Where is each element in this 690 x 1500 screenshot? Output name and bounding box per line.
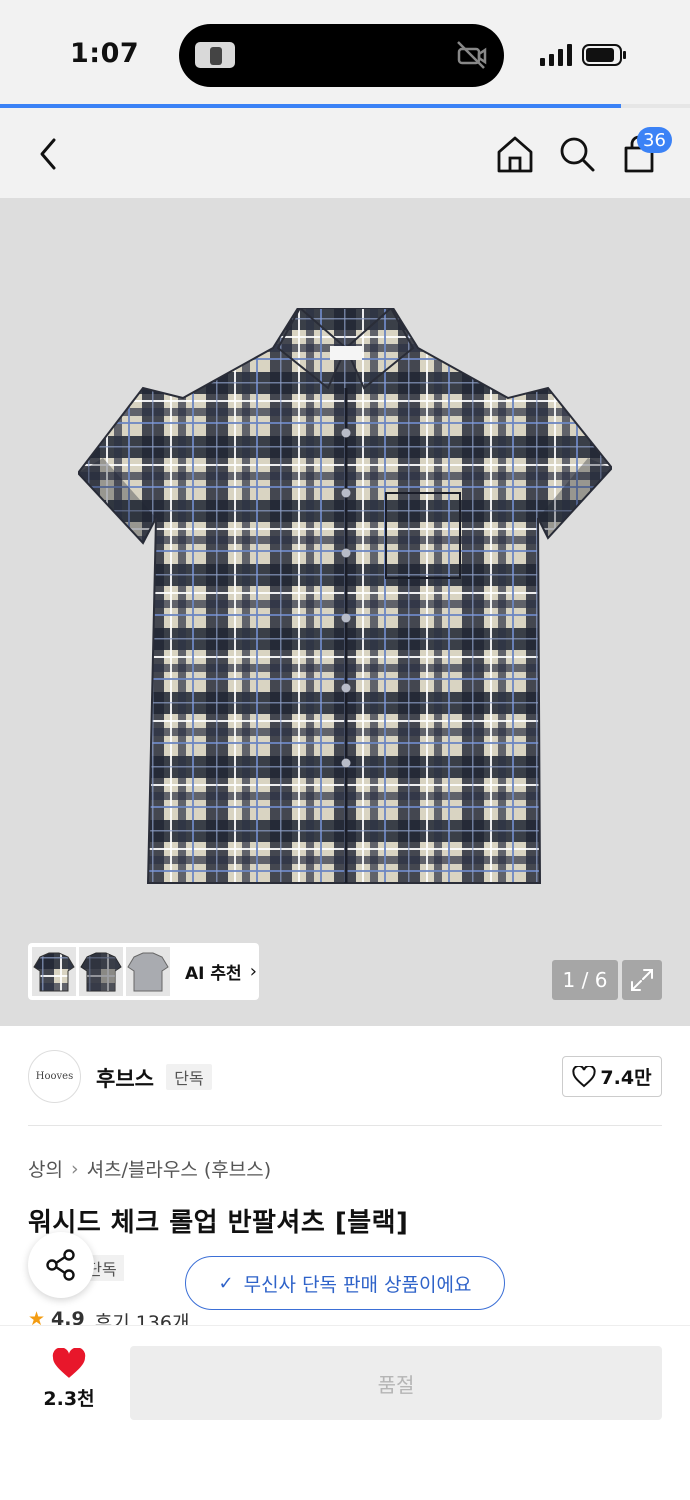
brand-logo[interactable]: Hooves bbox=[28, 1050, 81, 1103]
ai-recommendation-thumbnail bbox=[32, 947, 76, 996]
wishlist-count: 2.3천 bbox=[43, 1388, 95, 1410]
heart-filled-icon bbox=[52, 1348, 86, 1378]
expand-icon bbox=[631, 969, 653, 991]
product-image-gallery[interactable]: AI 추천 › 1 / 6 bbox=[0, 198, 690, 1026]
rating-value: 4.9 bbox=[51, 1308, 85, 1326]
product-title: 워시드 체크 롤업 반팔셔츠 [블랙] bbox=[28, 1208, 409, 1238]
island-thumbnail bbox=[195, 42, 235, 68]
heart-outline-icon bbox=[572, 1065, 597, 1087]
breadcrumb: 상의 › 셔츠/블라우스 (후브스) bbox=[28, 1155, 271, 1182]
brand-like-count: 7.4만 bbox=[600, 1067, 652, 1089]
top-nav bbox=[0, 108, 690, 198]
ai-recommendation-label: AI 추천 bbox=[185, 964, 242, 984]
back-button[interactable] bbox=[26, 132, 70, 176]
sold-out-button[interactable]: 품절 bbox=[130, 1346, 662, 1420]
check-icon: ✓ bbox=[218, 1272, 234, 1294]
brand-logo-text: Hooves bbox=[35, 1071, 74, 1082]
exclusive-notice-text: 무신사 단독 판매 상품이에요 bbox=[243, 1273, 472, 1296]
status-time: 1:07 bbox=[70, 38, 140, 69]
rating-row[interactable]: ★ 4.9 후기 136개 bbox=[28, 1308, 189, 1326]
dynamic-island bbox=[179, 24, 504, 87]
exclusive-tag: 단독 bbox=[166, 1064, 212, 1090]
search-icon bbox=[560, 137, 595, 172]
ai-recommendation-button[interactable]: AI 추천 › bbox=[28, 943, 259, 1000]
chevron-left-icon bbox=[40, 138, 56, 170]
exclusive-notice-pill: ✓ 무신사 단독 판매 상품이에요 bbox=[185, 1256, 505, 1310]
star-icon: ★ bbox=[28, 1308, 46, 1326]
camera-off-icon bbox=[457, 41, 487, 69]
breadcrumb-item[interactable]: 상의 bbox=[28, 1155, 63, 1182]
status-bar: 1:07 bbox=[0, 0, 690, 106]
review-count: 후기 136개 bbox=[94, 1312, 190, 1326]
share-icon bbox=[46, 1249, 75, 1281]
share-button[interactable] bbox=[28, 1232, 94, 1298]
home-button[interactable] bbox=[493, 132, 537, 176]
expand-button[interactable] bbox=[622, 960, 662, 1000]
chevron-right-icon: › bbox=[70, 1157, 79, 1180]
brand-name[interactable]: 후브스 bbox=[96, 1063, 154, 1093]
divider bbox=[28, 1125, 662, 1126]
signal-icon bbox=[540, 44, 572, 66]
ai-recommendation-thumbnail bbox=[79, 947, 123, 996]
battery-icon bbox=[582, 44, 626, 66]
product-image bbox=[78, 308, 612, 884]
home-icon bbox=[497, 136, 533, 173]
breadcrumb-item[interactable]: 셔츠/블라우스 (후브스) bbox=[87, 1155, 272, 1182]
image-counter: 1 / 6 bbox=[552, 960, 618, 1000]
brand-like-button[interactable]: 7.4만 bbox=[562, 1056, 662, 1097]
wishlist-button[interactable]: 2.3천 bbox=[34, 1348, 104, 1411]
ai-recommendation-thumbnail bbox=[126, 947, 170, 996]
chevron-right-icon: › bbox=[249, 961, 257, 982]
search-button[interactable] bbox=[555, 132, 599, 176]
cart-count-badge: 36 bbox=[637, 127, 672, 153]
